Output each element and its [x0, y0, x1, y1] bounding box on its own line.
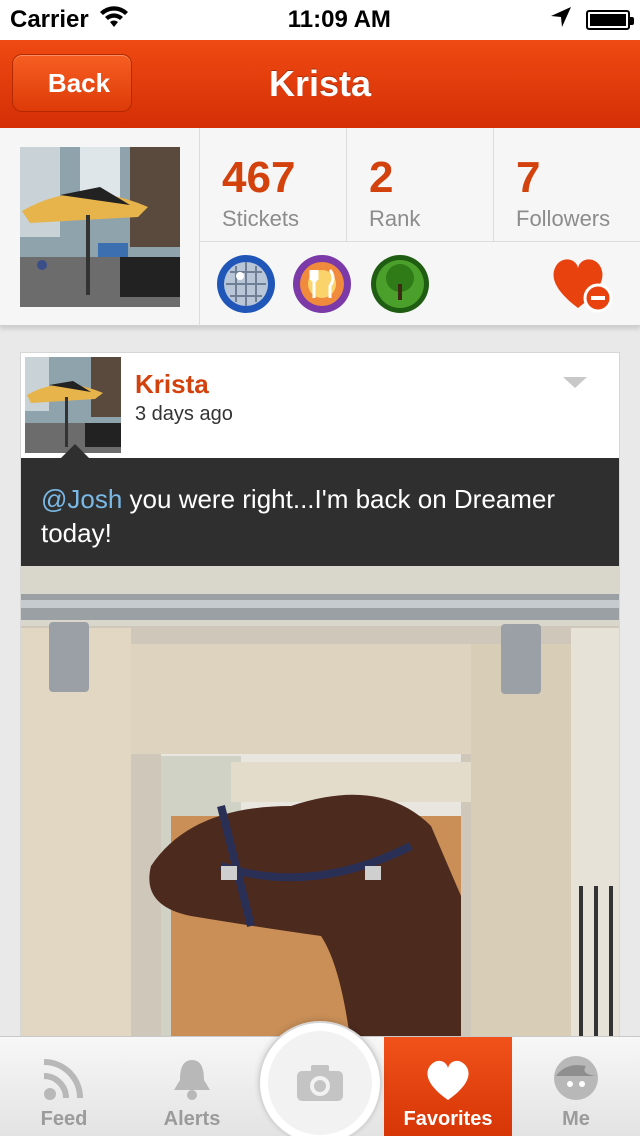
stat-value: 7	[516, 153, 541, 202]
post-author[interactable]: Krista	[135, 369, 209, 400]
tab-bar: Feed Alerts Favorites Me	[0, 1021, 640, 1136]
wifi-icon	[99, 5, 129, 35]
stat-rank[interactable]: 2 Rank	[347, 128, 494, 241]
back-button[interactable]: Back	[12, 54, 132, 112]
face-icon	[554, 1056, 598, 1100]
tab-alerts[interactable]: Alerts	[128, 1037, 256, 1136]
battery-fill	[589, 14, 626, 26]
stat-label: Rank	[369, 206, 421, 231]
nav-bar: Back Krista	[0, 40, 640, 128]
stat-value: 2	[369, 153, 394, 202]
stat-label: Followers	[516, 206, 611, 231]
rss-icon	[43, 1059, 83, 1100]
mention-link[interactable]: @Josh	[41, 484, 122, 514]
post-timestamp: 3 days ago	[135, 403, 233, 425]
badge-row	[200, 242, 640, 326]
stat-followers[interactable]: 7 Followers	[494, 128, 640, 241]
profile-stats: 467 Stickets 2 Rank 7 Followers	[200, 128, 640, 242]
bell-icon	[174, 1060, 210, 1100]
tab-label: Favorites	[403, 1108, 493, 1130]
tab-label: Me	[562, 1108, 590, 1130]
clock: 11:09 AM	[287, 6, 391, 33]
tab-favorites[interactable]: Favorites	[384, 1037, 512, 1136]
stat-value: 467	[222, 153, 296, 202]
heart-icon	[427, 1060, 469, 1100]
heart-minus-icon[interactable]	[548, 254, 614, 314]
status-right	[550, 6, 634, 35]
post-card: Krista 3 days ago @Josh you were right..…	[20, 352, 620, 1042]
restaurant-badge-icon[interactable]	[292, 254, 352, 314]
profile-photo[interactable]	[19, 147, 180, 307]
post-message: @Josh you were right...I'm back on Dream…	[21, 444, 619, 580]
tab-me[interactable]: Me	[512, 1037, 640, 1136]
disco-ball-badge-icon[interactable]	[216, 254, 276, 314]
camera-icon	[297, 1065, 343, 1101]
post-photo[interactable]	[21, 566, 620, 1042]
chevron-down-icon[interactable]	[563, 377, 587, 388]
tab-label: Feed	[40, 1108, 88, 1130]
tab-label: Alerts	[163, 1108, 221, 1130]
status-bar: Carrier 11:09 AM	[0, 0, 640, 40]
battery-icon	[585, 10, 634, 30]
carrier-label: Carrier	[10, 6, 89, 33]
page-title: Krista	[268, 63, 372, 104]
camera-button[interactable]	[258, 1021, 382, 1136]
author-avatar[interactable]	[25, 357, 121, 453]
back-button-label: Back	[47, 67, 111, 98]
profile-photo-frame	[0, 128, 200, 326]
location-arrow-icon	[550, 6, 572, 35]
status-left: Carrier	[10, 5, 129, 35]
tab-feed[interactable]: Feed	[0, 1037, 128, 1136]
stat-label: Stickets	[222, 206, 300, 231]
profile-header: 467 Stickets 2 Rank 7 Followers	[0, 128, 640, 326]
tree-badge-icon[interactable]	[370, 254, 430, 314]
stat-stickets[interactable]: 467 Stickets	[200, 128, 347, 241]
